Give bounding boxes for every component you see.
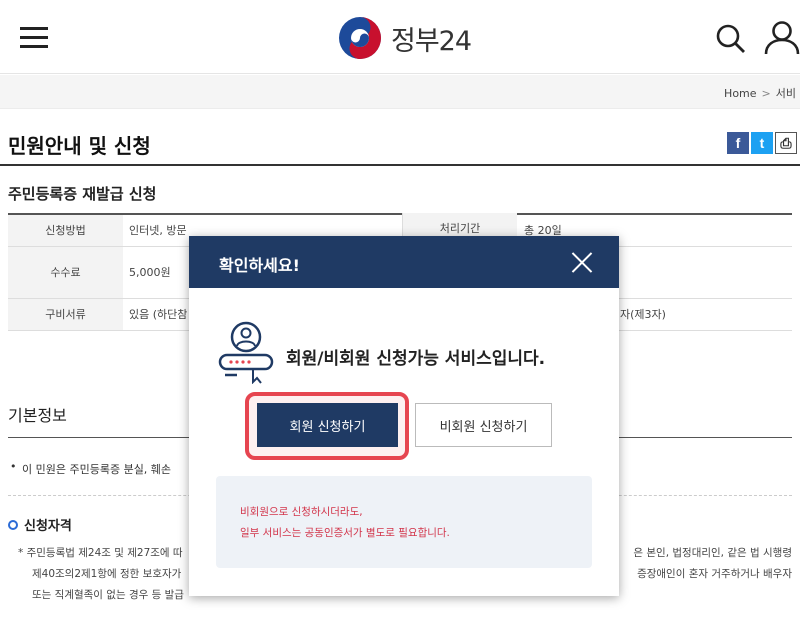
modal-notice: 비회원으로 신청하시더라도, 일부 서비스는 공동인증서가 별도로 필요합니다.	[216, 476, 592, 568]
basic-info-bullet: 이 민원은 주민등록증 분실, 훼손	[10, 460, 171, 477]
search-icon[interactable]	[715, 23, 747, 55]
modal-header: 확인하세요!	[189, 236, 619, 288]
user-icon[interactable]	[762, 20, 800, 56]
table-header-cell: 수수료	[8, 246, 123, 299]
share-tools: f t ⎙	[727, 132, 797, 154]
page-title: 민원안내 및 신청	[8, 134, 151, 158]
gov24-logo[interactable]: 정부24	[337, 14, 472, 62]
qualification-title: 신청자격	[8, 515, 72, 534]
logo-text: 정부24	[391, 25, 472, 57]
table-header-cell: 신청방법	[8, 214, 123, 247]
print-icon[interactable]: ⎙	[775, 132, 797, 154]
breadcrumb-home[interactable]: Home	[724, 87, 756, 100]
breadcrumb-bar: Home > 서비	[0, 75, 800, 109]
basic-info-title: 기본정보	[8, 406, 67, 425]
table-cell: 자(제3자)	[620, 308, 666, 321]
qualification-title-text: 신청자격	[24, 519, 72, 534]
title-divider	[0, 164, 800, 166]
circle-bullet-icon	[8, 519, 18, 530]
breadcrumb-current[interactable]: 서비	[776, 87, 796, 100]
notice-line: 비회원으로 신청하시더라도,	[240, 506, 363, 518]
site-header: 정부24	[0, 0, 800, 74]
facebook-icon[interactable]: f	[727, 132, 749, 154]
service-title: 주민등록증 재발급 신청	[8, 185, 157, 203]
modal-message: 회원/비회원 신청가능 서비스입니다.	[286, 349, 546, 369]
qualification-line: 은 본인, 법정대리인, 같은 법 시행령	[633, 547, 792, 559]
member-apply-button[interactable]: 회원 신청하기	[257, 403, 398, 447]
notice-line: 일부 서비스는 공동인증서가 별도로 필요합니다.	[240, 527, 450, 539]
menu-icon[interactable]	[20, 27, 48, 49]
guest-apply-button[interactable]: 비회원 신청하기	[415, 403, 552, 447]
qualification-line: 증장애인이 혼자 거주하거나 배우자	[637, 568, 792, 580]
member-login-icon	[217, 320, 275, 385]
confirm-modal: 확인하세요! 회원/비회원 신청가능 서비스입니다. 회원 신청하기 비회원 신…	[189, 236, 619, 596]
close-icon[interactable]	[571, 251, 593, 273]
breadcrumb: Home > 서비	[724, 85, 796, 101]
twitter-icon[interactable]: t	[751, 132, 773, 154]
qualification-right: 은 본인, 법정대리인, 같은 법 시행령 증장애인이 혼자 거주하거나 배우자	[633, 543, 792, 585]
table-header-cell: 구비서류	[8, 298, 123, 331]
modal-title: 확인하세요!	[219, 256, 300, 275]
taegeuk-logo-icon	[339, 17, 381, 59]
breadcrumb-separator: >	[761, 87, 771, 100]
